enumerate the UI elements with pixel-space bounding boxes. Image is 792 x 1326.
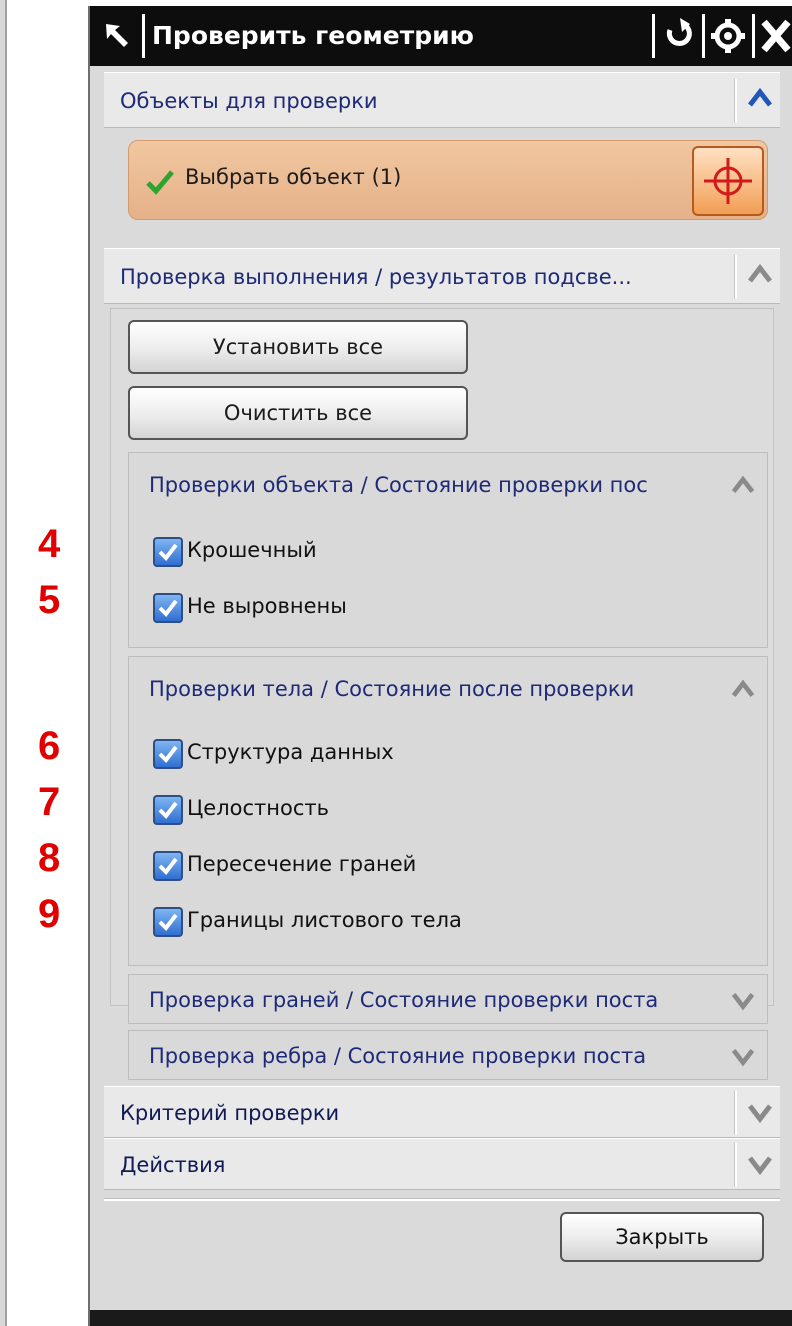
annotation-number: 6 xyxy=(38,724,61,768)
chevron-down-icon[interactable] xyxy=(729,1042,757,1076)
checkbox-not-aligned[interactable] xyxy=(153,593,183,623)
clear-all-button[interactable]: Очистить все xyxy=(128,386,468,440)
checkbox-data-structure[interactable] xyxy=(153,739,183,769)
section-objects-header[interactable]: Объекты для проверки xyxy=(104,72,780,128)
annotation-number: 8 xyxy=(38,836,61,880)
group-body-checks-header[interactable]: Проверки тела / Состояние после проверки xyxy=(149,677,719,701)
annotation-number: 7 xyxy=(38,780,61,824)
group-edge-checks[interactable]: Проверка ребра / Состояние проверки пост… xyxy=(128,1030,768,1080)
title-separator xyxy=(142,14,145,58)
close-button[interactable]: Закрыть xyxy=(560,1212,764,1262)
chevron-up-icon[interactable] xyxy=(738,259,782,295)
footer-divider xyxy=(104,1198,780,1201)
crosshair-icon xyxy=(704,158,752,204)
checkbox-face-intersection[interactable] xyxy=(153,851,183,881)
close-icon[interactable] xyxy=(754,10,792,62)
checkmark-icon xyxy=(145,169,175,195)
checkbox-sheet-boundaries[interactable] xyxy=(153,907,183,937)
section-check-performance-header[interactable]: Проверка выполнения / результатов подсве… xyxy=(104,248,780,304)
section-actions-header[interactable]: Действия xyxy=(104,1138,780,1190)
annotation-number: 9 xyxy=(38,892,61,936)
checkbox-not-aligned-label: Не выровнены xyxy=(187,594,347,618)
header-divider xyxy=(734,1091,737,1135)
header-divider xyxy=(734,255,737,299)
checkbox-consistency-label: Целостность xyxy=(187,796,330,820)
group-face-checks[interactable]: Проверка граней / Состояние проверки пос… xyxy=(128,974,768,1024)
header-divider xyxy=(734,79,737,123)
pin-icon[interactable] xyxy=(102,20,136,54)
header-divider xyxy=(734,1143,737,1187)
section-actions-label: Действия xyxy=(120,1153,226,1177)
checkbox-sheet-boundaries-label: Границы листового тела xyxy=(187,908,462,932)
crosshair-select-button[interactable] xyxy=(692,146,764,216)
page-left-border xyxy=(0,0,7,1326)
chevron-up-icon[interactable] xyxy=(729,471,757,505)
select-object-bar[interactable]: Выбрать объект (1) xyxy=(128,140,768,220)
group-face-checks-header: Проверка граней / Состояние проверки пос… xyxy=(149,988,659,1012)
checkbox-tiny-label: Крошечный xyxy=(187,538,317,562)
chevron-up-icon[interactable] xyxy=(738,83,782,119)
gear-icon[interactable] xyxy=(706,10,750,62)
check-geometry-dialog: Проверить геометрию Объекты для проверки… xyxy=(88,6,792,1326)
checkbox-consistency[interactable] xyxy=(153,795,183,825)
set-all-button[interactable]: Установить все xyxy=(128,320,468,374)
section-criteria-header[interactable]: Критерий проверки xyxy=(104,1086,780,1138)
group-object-checks: Проверки объекта / Состояние проверки по… xyxy=(128,452,768,648)
section-check-performance-label: Проверка выполнения / результатов подсве… xyxy=(120,265,632,289)
section-objects-label: Объекты для проверки xyxy=(120,89,378,113)
chevron-down-icon[interactable] xyxy=(738,1149,782,1185)
reset-icon[interactable] xyxy=(656,10,700,62)
window-bottom-edge xyxy=(90,1310,792,1326)
checkbox-data-structure-label: Структура данных xyxy=(187,740,394,764)
checkbox-face-intersection-label: Пересечение граней xyxy=(187,852,417,876)
annotation-number: 4 xyxy=(38,522,61,566)
group-edge-checks-header: Проверка ребра / Состояние проверки пост… xyxy=(149,1044,647,1068)
annotation-number: 5 xyxy=(38,578,61,622)
dialog-title: Проверить геометрию xyxy=(152,21,474,50)
checkbox-tiny[interactable] xyxy=(153,537,183,567)
chevron-down-icon[interactable] xyxy=(738,1097,782,1133)
title-bar: Проверить геометрию xyxy=(90,6,792,66)
group-object-checks-header[interactable]: Проверки объекта / Состояние проверки по… xyxy=(149,473,749,497)
chevron-down-icon[interactable] xyxy=(729,986,757,1020)
group-body-checks: Проверки тела / Состояние после проверки… xyxy=(128,656,768,966)
title-separator xyxy=(702,14,705,58)
select-object-label: Выбрать объект (1) xyxy=(185,165,402,189)
section-criteria-label: Критерий проверки xyxy=(120,1101,340,1125)
chevron-up-icon[interactable] xyxy=(729,675,757,709)
title-separator xyxy=(652,14,655,58)
